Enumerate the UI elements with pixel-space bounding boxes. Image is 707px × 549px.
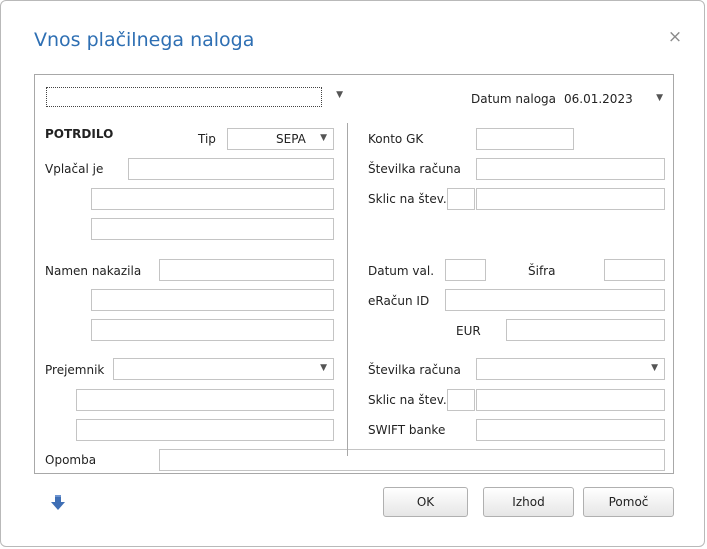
sifra-label: Šifra (528, 264, 556, 278)
chevron-down-icon: ▼ (651, 363, 658, 373)
vplacal-field-2[interactable] (91, 188, 334, 210)
chevron-down-icon: ▼ (320, 133, 327, 143)
vplacal-field-1[interactable] (128, 158, 334, 180)
namen-field-2[interactable] (91, 289, 334, 311)
datum-val-field[interactable] (445, 259, 486, 281)
sklic2-model-field[interactable] (447, 389, 475, 411)
datum-naloga-value: 06.01.2023 (564, 92, 633, 106)
stevilka-field[interactable] (476, 158, 665, 180)
sklic-model-field[interactable] (447, 188, 475, 210)
konto-label: Konto GK (368, 132, 424, 146)
template-select[interactable]: ▼ (45, 86, 343, 108)
column-divider (347, 123, 348, 456)
stevilka-label: Številka računa (368, 162, 461, 176)
eur-field[interactable] (506, 319, 665, 341)
namen-field-1[interactable] (159, 259, 334, 281)
vplacal-label: Vplačal je (45, 162, 104, 176)
chevron-down-icon: ▼ (320, 363, 327, 373)
datum-naloga-label: Datum naloga (471, 92, 557, 106)
stevilka2-label: Številka računa (368, 363, 461, 377)
namen-field-3[interactable] (91, 319, 334, 341)
vplacal-field-3[interactable] (91, 218, 334, 240)
opomba-label: Opomba (45, 453, 97, 467)
eracun-label: eRačun ID (368, 294, 430, 308)
section-title: POTRDILO (45, 127, 114, 141)
prejemnik-field-2[interactable] (76, 389, 334, 411)
tip-label: Tip (198, 132, 216, 146)
dialog-title: Vnos plačilnega naloga (34, 29, 255, 51)
stevilka2-select[interactable]: ▼ (476, 358, 665, 380)
datum-val-label: Datum val. (368, 264, 435, 278)
pomoc-button[interactable]: Pomoč (583, 487, 674, 517)
tip-select[interactable]: SEPA ▼ (227, 128, 334, 150)
tip-value: SEPA (276, 132, 306, 146)
namen-label: Namen nakazila (45, 264, 142, 278)
chevron-down-icon: ▼ (656, 93, 663, 103)
izhod-button[interactable]: Izhod (483, 487, 574, 517)
sklic2-number-field[interactable] (476, 389, 665, 411)
close-icon[interactable]: × (665, 27, 685, 47)
eur-label: EUR (456, 324, 481, 338)
prejemnik-field-3[interactable] (76, 419, 334, 441)
eracun-field[interactable] (445, 289, 665, 311)
payment-order-dialog: Vnos plačilnega naloga × ▼ Datum naloga … (0, 0, 705, 547)
konto-field[interactable] (476, 128, 574, 150)
form-panel: ▼ Datum naloga 06.01.2023 ▼ POTRDILO Tip… (34, 74, 674, 474)
sifra-field[interactable] (604, 259, 665, 281)
swift-field[interactable] (476, 419, 665, 441)
arrow-down-icon[interactable] (51, 495, 65, 511)
sklic-label: Sklic na štev. (368, 192, 447, 206)
chevron-down-icon: ▼ (336, 90, 343, 100)
sklic-number-field[interactable] (476, 188, 665, 210)
prejemnik-select[interactable]: ▼ (113, 358, 334, 380)
template-select-focus (46, 87, 322, 107)
opomba-field[interactable] (159, 449, 665, 471)
swift-label: SWIFT banke (368, 423, 446, 437)
prejemnik-label: Prejemnik (45, 363, 105, 377)
sklic2-label: Sklic na štev. (368, 393, 447, 407)
ok-button[interactable]: OK (383, 487, 468, 517)
datum-naloga-select[interactable]: 06.01.2023 ▼ (560, 87, 666, 109)
